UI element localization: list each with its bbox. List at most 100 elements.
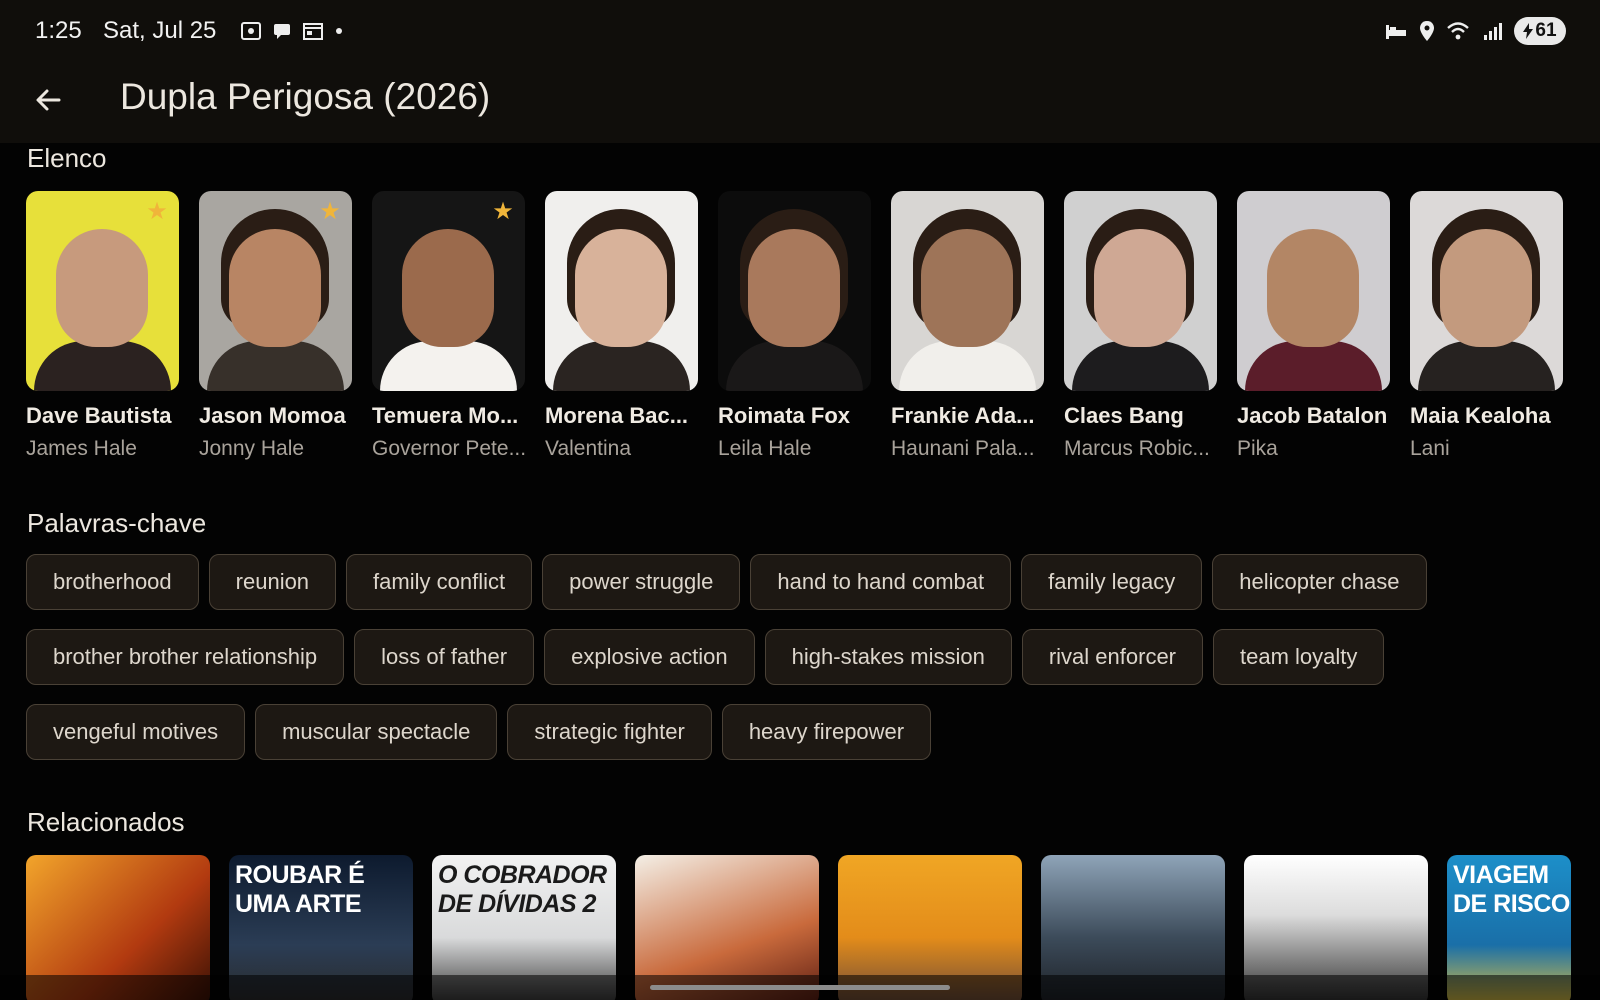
signal-icon xyxy=(1484,23,1502,40)
cast-card[interactable]: ★ Jason Momoa Jonny Hale xyxy=(199,191,352,461)
cast-card[interactable]: Maia Kealoha Lani xyxy=(1410,191,1563,461)
keyword-chip[interactable]: power struggle xyxy=(542,554,741,610)
cast-card[interactable]: Roimata Fox Leila Hale xyxy=(718,191,871,461)
cast-role: Pika xyxy=(1237,437,1278,460)
status-bar: 1:25 Sat, Jul 25 61 xyxy=(0,0,1600,60)
star-icon: ★ xyxy=(319,198,341,225)
face-shape xyxy=(229,229,321,347)
screenshot-icon xyxy=(241,22,261,40)
face-shape xyxy=(748,229,840,347)
status-date: Sat, Jul 25 xyxy=(103,17,217,44)
keyword-chip[interactable]: family legacy xyxy=(1021,554,1203,610)
poster-title: VIAGEM DE RISCO xyxy=(1453,861,1570,918)
keyword-chip[interactable]: muscular spectacle xyxy=(255,704,498,760)
face-shape xyxy=(921,229,1013,347)
bed-icon xyxy=(1386,25,1406,39)
keyword-row: vengeful motives muscular spectacle strate… xyxy=(26,704,932,760)
torso-shape xyxy=(553,341,690,391)
dot-icon xyxy=(336,28,342,34)
cast-name: Jacob Batalon xyxy=(1237,403,1388,428)
wifi-icon xyxy=(1447,22,1469,40)
star-icon: ★ xyxy=(146,198,168,225)
torso-shape xyxy=(207,341,344,391)
cast-role: Lani xyxy=(1410,437,1450,460)
torso-shape xyxy=(899,341,1036,391)
poster-title: O COBRADOR DE DÍVIDAS 2 xyxy=(438,861,607,918)
back-button[interactable] xyxy=(26,78,70,122)
cast-name: Frankie Ada... xyxy=(891,403,1035,428)
keyword-chip[interactable]: rival enforcer xyxy=(1021,629,1203,685)
cast-card[interactable]: Claes Bang Marcus Robic... xyxy=(1064,191,1217,461)
cast-list: ★ Dave Bautista James Hale ★ Jason Momoa Jonn… xyxy=(26,191,1563,461)
cast-card[interactable]: Morena Bac... Valentina xyxy=(545,191,698,461)
message-icon xyxy=(274,24,290,39)
cast-photo xyxy=(1410,191,1563,391)
keyword-chip[interactable]: team loyalty xyxy=(1213,629,1385,685)
home-indicator[interactable] xyxy=(650,985,950,990)
cast-photo: ★ xyxy=(26,191,179,391)
keyword-chip[interactable]: high-stakes mission xyxy=(764,629,1012,685)
arrow-left-icon xyxy=(36,89,61,111)
cast-card[interactable]: Jacob Batalon Pika xyxy=(1237,191,1390,461)
keyword-chip[interactable]: explosive action xyxy=(544,629,755,685)
torso-shape xyxy=(1072,341,1209,391)
cast-role: Valentina xyxy=(545,437,632,460)
keyword-chip[interactable]: family conflict xyxy=(346,554,533,610)
charging-icon xyxy=(1523,23,1534,39)
cast-name: Jason Momoa xyxy=(199,403,346,428)
cast-role: Marcus Robic... xyxy=(1064,437,1210,460)
keyword-chip[interactable]: brotherhood xyxy=(26,554,199,610)
keyword-row: brotherhood reunion family conflict power s… xyxy=(26,554,1427,610)
face-shape xyxy=(1440,229,1532,347)
notification-icons xyxy=(240,20,344,42)
cast-photo xyxy=(545,191,698,391)
cast-role: Jonny Hale xyxy=(199,437,305,460)
cast-role: Governor Pete... xyxy=(372,437,527,460)
status-time: 1:25 xyxy=(35,17,82,44)
cast-photo xyxy=(718,191,871,391)
system-icons: 61 xyxy=(1384,17,1566,45)
related-section-title: Relacionados xyxy=(27,807,185,837)
torso-shape xyxy=(34,341,171,391)
cast-name: Morena Bac... xyxy=(545,403,689,428)
keyword-chip[interactable]: reunion xyxy=(208,554,337,610)
battery-level: 61 xyxy=(1535,20,1557,41)
torso-shape xyxy=(726,341,863,391)
location-icon xyxy=(1420,21,1434,41)
cast-card[interactable]: ★ Dave Bautista James Hale xyxy=(26,191,179,461)
face-shape xyxy=(1267,229,1359,347)
cast-section-title: Elenco xyxy=(27,143,107,173)
keyword-chip[interactable]: vengeful motives xyxy=(26,704,246,760)
keyword-chip[interactable]: helicopter chase xyxy=(1212,554,1427,610)
torso-shape xyxy=(1418,341,1555,391)
torso-shape xyxy=(380,341,517,391)
cast-name: Claes Bang xyxy=(1064,403,1184,428)
keyword-chip[interactable]: loss of father xyxy=(354,629,535,685)
keyword-chip[interactable]: hand to hand combat xyxy=(750,554,1012,610)
star-icon: ★ xyxy=(492,198,514,225)
keyword-chip[interactable]: heavy firepower xyxy=(721,704,932,760)
torso-shape xyxy=(1245,341,1382,391)
cast-name: Roimata Fox xyxy=(718,403,851,428)
keyword-chip[interactable]: brother brother relationship xyxy=(26,629,345,685)
cast-role: Haunani Pala... xyxy=(891,437,1035,460)
cast-role: Leila Hale xyxy=(718,437,812,460)
cast-name: Maia Kealoha xyxy=(1410,403,1551,428)
face-shape xyxy=(1094,229,1186,347)
cast-name: Temuera Mo... xyxy=(372,403,519,428)
keywords-section-title: Palavras-chave xyxy=(27,508,207,538)
calendar-icon xyxy=(303,23,323,40)
poster-title: ROUBAR É UMA ARTE xyxy=(235,861,365,918)
cast-photo xyxy=(891,191,1044,391)
cast-card[interactable]: Frankie Ada... Haunani Pala... xyxy=(891,191,1044,461)
face-shape xyxy=(56,229,148,347)
cast-name: Dave Bautista xyxy=(26,403,172,428)
cast-card[interactable]: ★ Temuera Mo... Governor Pete... xyxy=(372,191,527,461)
cast-photo: ★ xyxy=(199,191,352,391)
cast-photo xyxy=(1237,191,1390,391)
face-shape xyxy=(402,229,494,347)
keyword-chip[interactable]: strategic fighter xyxy=(507,704,712,760)
page-title: Dupla Perigosa (2026) xyxy=(120,76,491,117)
cast-photo xyxy=(1064,191,1217,391)
app-bar: Dupla Perigosa (2026) xyxy=(0,60,1600,143)
